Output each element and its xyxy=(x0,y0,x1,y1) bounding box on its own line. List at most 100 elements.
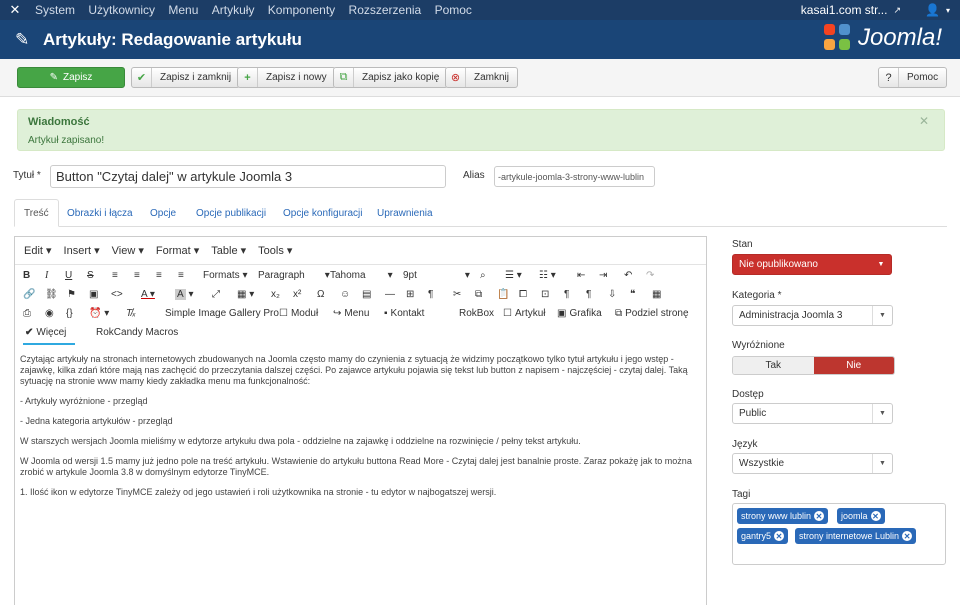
remove-tag-icon[interactable]: ✕ xyxy=(870,511,881,521)
featured-yes-button[interactable]: Tak xyxy=(733,357,814,374)
redo-icon[interactable]: ↷ xyxy=(646,268,654,283)
more-toggle[interactable]: ✔ Więcej xyxy=(25,325,66,340)
editor-button-rokbox[interactable]: RokBox xyxy=(459,306,494,321)
horizontal-rule-icon[interactable]: ― xyxy=(385,287,395,302)
tab-content[interactable]: Treść xyxy=(14,199,59,227)
align-justify-icon[interactable]: ≡ xyxy=(178,268,184,283)
font-family-select[interactable]: Tahoma ▾ xyxy=(330,268,393,283)
special-char-icon[interactable]: Ω xyxy=(317,287,324,302)
subscript-icon[interactable]: x₂ xyxy=(271,287,280,302)
save-close-button[interactable]: ✔ Zapisz i zamknij xyxy=(131,67,241,88)
visual-chars-icon[interactable]: ¶ xyxy=(586,287,591,302)
superscript-icon[interactable]: x² xyxy=(293,287,301,302)
close-icon[interactable]: ✕ xyxy=(919,114,929,128)
visual-aid-icon[interactable]: ⊡ xyxy=(541,287,549,302)
editor-menu-edit[interactable]: Edit ▾ xyxy=(24,244,52,257)
pagebreak-icon[interactable]: ⊞ xyxy=(406,287,414,302)
underline-icon[interactable]: U xyxy=(65,268,72,283)
outdent-icon[interactable]: ⇤ xyxy=(577,268,585,283)
indent-icon[interactable]: ⇥ xyxy=(599,268,607,283)
undo-icon[interactable]: ↶ xyxy=(624,268,632,283)
tab-configuration[interactable]: Opcje konfiguracji xyxy=(274,199,371,227)
editor-menu-insert[interactable]: Insert ▾ xyxy=(64,244,100,257)
media-icon[interactable]: ▤ xyxy=(362,287,371,302)
emoticons-icon[interactable]: ☺ xyxy=(340,287,350,302)
paragraph-ltr-icon[interactable]: ¶ xyxy=(428,287,433,302)
category-select[interactable]: Administracja Joomla 3 ▼ xyxy=(732,305,893,326)
joomla-menu-icon[interactable]: ✕ xyxy=(0,0,30,20)
language-select[interactable]: Wszystkie ▼ xyxy=(732,453,893,474)
tags-input[interactable]: strony www lublin ✕ joomla ✕ gantry5 ✕ stro… xyxy=(732,503,946,565)
save-copy-button[interactable]: ⧉ Zapisz jako kopię xyxy=(333,67,449,88)
align-left-icon[interactable]: ≡ xyxy=(112,268,118,283)
template-icon[interactable]: ▦ xyxy=(652,287,661,302)
font-size-select[interactable]: 9pt ▾ xyxy=(403,268,470,283)
alias-input[interactable]: -artykule-joomla-3-strony-www-lublin xyxy=(494,166,655,187)
strikethrough-icon[interactable]: S xyxy=(87,268,94,283)
chevron-down-icon[interactable]: ▾ xyxy=(946,6,950,15)
numbered-list-icon[interactable]: ☷ ▾ xyxy=(539,268,556,283)
close-button[interactable]: ⊗ Zamknij xyxy=(445,67,519,88)
text-color-icon[interactable]: A ▾ xyxy=(141,287,155,302)
rokcandy-button[interactable]: RokCandy Macros xyxy=(96,325,178,340)
editor-button-gallery[interactable]: Simple Image Gallery Pro xyxy=(165,306,279,321)
remove-tag-icon[interactable]: ✕ xyxy=(774,531,785,541)
insert-time-icon[interactable]: ⏰ ▾ xyxy=(89,306,109,321)
save-new-button[interactable]: + Zapisz i nowy xyxy=(237,67,336,88)
align-right-icon[interactable]: ≡ xyxy=(156,268,162,283)
editor-content[interactable]: Czytając artykuły na stronach internetow… xyxy=(15,350,706,604)
fullscreen-icon[interactable]: ⤢ xyxy=(212,287,220,302)
anchor-icon[interactable]: ⚑ xyxy=(67,287,76,302)
featured-no-button[interactable]: Nie xyxy=(813,357,894,374)
background-color-icon[interactable]: A ▾ xyxy=(175,287,193,302)
editor-button-article[interactable]: ☐ Artykuł xyxy=(503,306,546,321)
menu-help[interactable]: Pomoc xyxy=(435,3,472,17)
editor-button-image[interactable]: ▣ Grafika xyxy=(557,306,602,321)
tab-images-links[interactable]: Obrazki i łącza xyxy=(58,199,142,227)
help-button[interactable]: ? Pomoc xyxy=(878,67,948,88)
editor-button-contact[interactable]: ▪ Kontakt xyxy=(384,306,424,321)
bullet-list-icon[interactable]: ☰ ▾ xyxy=(505,268,522,283)
paste-text-icon[interactable]: ⧠ xyxy=(519,287,527,302)
tab-permissions[interactable]: Uprawnienia xyxy=(368,199,442,227)
italic-icon[interactable]: I xyxy=(45,268,48,283)
link-icon[interactable]: 🔗 xyxy=(23,287,35,302)
editor-menu-tools[interactable]: Tools ▾ xyxy=(258,244,292,257)
formats-select[interactable]: Formats ▾ xyxy=(203,268,247,283)
menu-components[interactable]: Komponenty xyxy=(268,3,335,17)
code-icon[interactable]: <> xyxy=(111,287,123,302)
unlink-icon[interactable]: ⛓ xyxy=(45,287,58,302)
editor-menu-table[interactable]: Table ▾ xyxy=(211,244,246,257)
editor-button-menu[interactable]: ↪ Menu xyxy=(333,306,369,321)
menu-articles[interactable]: Artykuły xyxy=(212,3,255,17)
align-center-icon[interactable]: ≡ xyxy=(134,268,140,283)
save-button[interactable]: ✎ Zapisz xyxy=(17,67,125,88)
paste-icon[interactable]: 📋 xyxy=(497,287,509,302)
menu-system[interactable]: System xyxy=(35,3,75,17)
show-blocks-icon[interactable]: ¶ xyxy=(564,287,569,302)
cut-icon[interactable]: ✂ xyxy=(453,287,461,302)
clear-format-icon[interactable]: T̸ₓ xyxy=(126,306,136,321)
editor-button-pagebreak[interactable]: ⧉ Podziel stronę xyxy=(615,306,689,321)
user-icon[interactable]: 👤 xyxy=(925,3,940,17)
paragraph-select[interactable]: Paragraph ▾ xyxy=(258,268,330,283)
status-select[interactable]: Nie opublikowano ▼ xyxy=(732,254,892,275)
image-icon[interactable]: ▣ xyxy=(89,287,98,302)
site-link[interactable]: kasai1.com str... xyxy=(801,3,888,17)
binoculars-icon[interactable]: ⌕ xyxy=(480,268,486,283)
editor-menu-view[interactable]: View ▾ xyxy=(112,244,144,257)
preview-icon[interactable]: ◉ xyxy=(45,306,54,321)
menu-extensions[interactable]: Rozszerzenia xyxy=(349,3,422,17)
tab-publishing[interactable]: Opcje publikacji xyxy=(187,199,275,227)
editor-button-module[interactable]: ☐ Moduł xyxy=(279,306,318,321)
table-icon[interactable]: ▦ ▾ xyxy=(237,287,254,302)
print-icon[interactable]: ⎙ xyxy=(23,306,31,321)
remove-tag-icon[interactable]: ✕ xyxy=(814,511,825,521)
braces-icon[interactable]: {} xyxy=(66,306,73,321)
access-select[interactable]: Public ▼ xyxy=(732,403,893,424)
remove-tag-icon[interactable]: ✕ xyxy=(902,531,913,541)
editor-menu-format[interactable]: Format ▾ xyxy=(156,244,199,257)
tab-options[interactable]: Opcje xyxy=(141,199,185,227)
menu-users[interactable]: Użytkownicy xyxy=(88,3,155,17)
copy-icon[interactable]: ⧉ xyxy=(475,287,482,302)
